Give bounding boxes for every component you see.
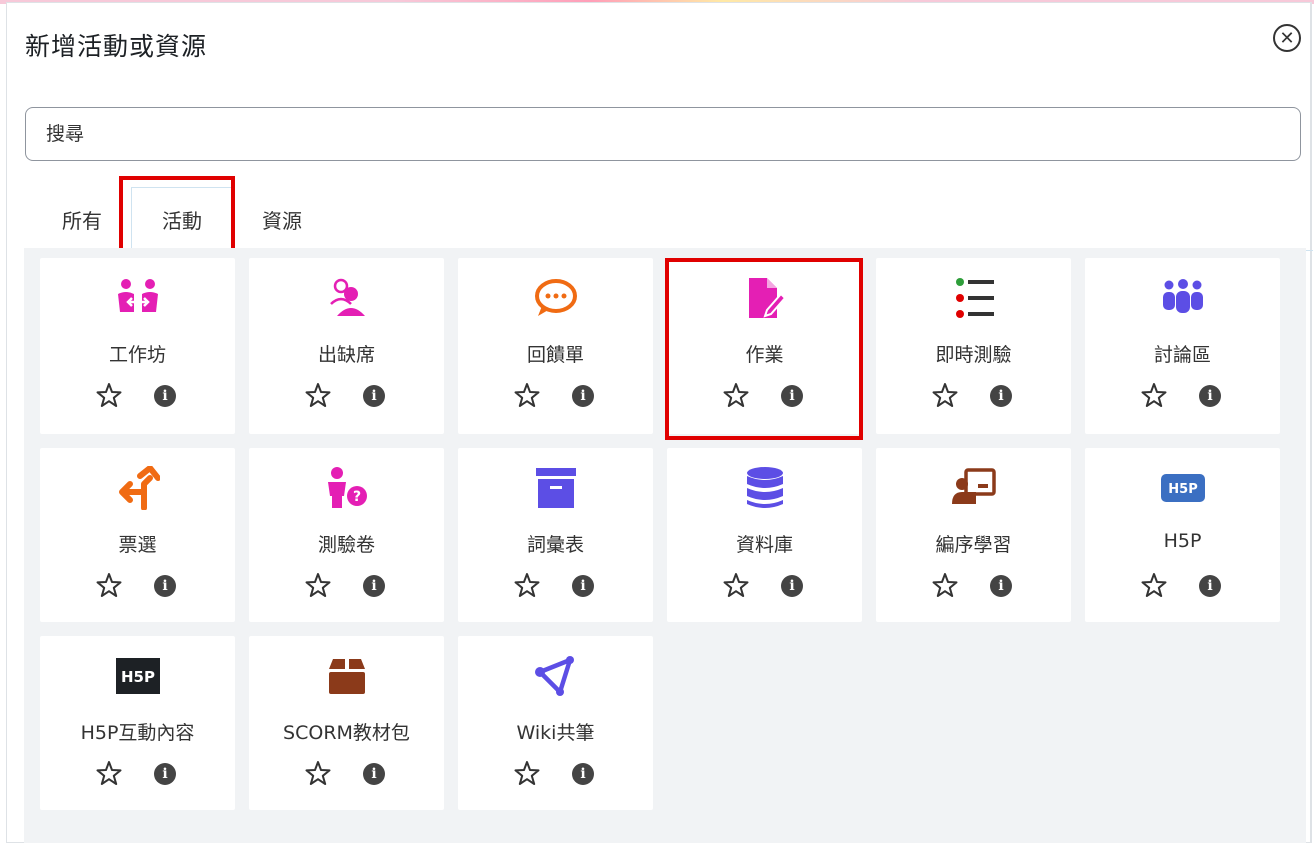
info-icon[interactable]: i	[363, 763, 385, 785]
module-name: H5P互動內容	[80, 722, 195, 744]
star-icon[interactable]	[305, 760, 331, 786]
module-card-workshop[interactable]: 工作坊 i	[40, 258, 235, 434]
star-icon[interactable]	[1141, 572, 1167, 598]
svg-text:H5P: H5P	[1168, 482, 1197, 497]
star-icon[interactable]	[514, 760, 540, 786]
tab-bar: 所有 活動 資源	[25, 187, 1313, 252]
module-card-h5p[interactable]: H5P H5P i	[1085, 448, 1280, 622]
info-icon[interactable]: i	[363, 385, 385, 407]
close-icon: ✕	[1279, 27, 1295, 49]
info-icon[interactable]: i	[781, 575, 803, 597]
info-icon[interactable]: i	[154, 763, 176, 785]
module-name: 即時測驗	[935, 344, 1012, 366]
feedback-icon	[458, 276, 653, 320]
star-icon[interactable]	[723, 572, 749, 598]
info-icon[interactable]: i	[154, 385, 176, 407]
module-card-scorm[interactable]: SCORM教材包 i	[249, 636, 444, 810]
tab-activities[interactable]: 活動	[131, 187, 233, 252]
info-icon[interactable]: i	[990, 385, 1012, 407]
h5p-icon: H5P	[1085, 466, 1280, 510]
module-name: 回饋單	[526, 344, 584, 366]
svg-text:?: ?	[352, 489, 360, 505]
module-card-attendance[interactable]: 出缺席 i	[249, 258, 444, 434]
quiz-list-icon	[876, 276, 1071, 320]
quiz-icon: ?	[249, 466, 444, 510]
module-name: 作業	[745, 344, 784, 366]
assignment-icon	[667, 276, 862, 320]
module-card-forum[interactable]: 討論區 i	[1085, 258, 1280, 434]
module-card-quiz-realtime[interactable]: 即時測驗 i	[876, 258, 1071, 434]
star-icon[interactable]	[723, 382, 749, 408]
star-icon[interactable]	[932, 572, 958, 598]
star-icon[interactable]	[96, 572, 122, 598]
module-name: Wiki共筆	[516, 722, 595, 744]
star-icon[interactable]	[514, 572, 540, 598]
module-name: 票選	[118, 534, 157, 556]
module-name: 詞彙表	[526, 534, 584, 556]
module-name: 討論區	[1153, 344, 1211, 366]
search-input[interactable]	[25, 107, 1301, 161]
info-icon[interactable]: i	[572, 575, 594, 597]
star-icon[interactable]	[305, 572, 331, 598]
close-button[interactable]: ✕	[1273, 24, 1301, 52]
star-icon[interactable]	[932, 382, 958, 408]
module-card-h5p-interactive[interactable]: H5P H5P互動內容 i	[40, 636, 235, 810]
module-card-feedback[interactable]: 回饋單 i	[458, 258, 653, 434]
star-icon[interactable]	[1141, 382, 1167, 408]
module-card-quiz[interactable]: ? 測驗卷 i	[249, 448, 444, 622]
module-card-lesson[interactable]: 編序學習 i	[876, 448, 1071, 622]
module-name: 資料庫	[735, 534, 793, 556]
forum-icon	[1085, 276, 1280, 320]
lesson-icon	[876, 466, 1071, 510]
info-icon[interactable]: i	[572, 385, 594, 407]
module-name: 出缺席	[317, 344, 375, 366]
info-icon[interactable]: i	[363, 575, 385, 597]
wiki-icon	[458, 654, 653, 698]
star-icon[interactable]	[305, 382, 331, 408]
module-name: SCORM教材包	[283, 722, 410, 744]
glossary-icon	[458, 466, 653, 510]
module-name: 編序學習	[935, 534, 1012, 556]
dialog-title: 新增活動或資源	[25, 32, 208, 61]
module-card-wiki[interactable]: Wiki共筆 i	[458, 636, 653, 810]
workshop-icon	[40, 276, 235, 320]
tab-resources[interactable]: 資源	[233, 187, 331, 251]
module-name: 測驗卷	[317, 534, 375, 556]
module-card-database[interactable]: 資料庫 i	[667, 448, 862, 622]
database-icon	[667, 466, 862, 510]
svg-text:H5P: H5P	[121, 668, 155, 686]
star-icon[interactable]	[96, 760, 122, 786]
info-icon[interactable]: i	[990, 575, 1012, 597]
choice-icon	[40, 466, 235, 510]
tab-all[interactable]: 所有	[39, 187, 125, 251]
info-icon[interactable]: i	[781, 385, 803, 407]
scorm-package-icon	[249, 654, 444, 698]
info-icon[interactable]: i	[572, 763, 594, 785]
info-icon[interactable]: i	[1199, 575, 1221, 597]
module-name: H5P	[1163, 530, 1202, 552]
star-icon[interactable]	[514, 382, 540, 408]
attendance-icon	[249, 276, 444, 320]
info-icon[interactable]: i	[1199, 385, 1221, 407]
h5p-interactive-icon: H5P	[40, 654, 235, 698]
info-icon[interactable]: i	[154, 575, 176, 597]
star-icon[interactable]	[96, 382, 122, 408]
module-card-choice[interactable]: 票選 i	[40, 448, 235, 622]
module-card-glossary[interactable]: 詞彙表 i	[458, 448, 653, 622]
module-name: 工作坊	[108, 344, 166, 366]
module-card-assignment[interactable]: 作業 i	[667, 258, 862, 434]
